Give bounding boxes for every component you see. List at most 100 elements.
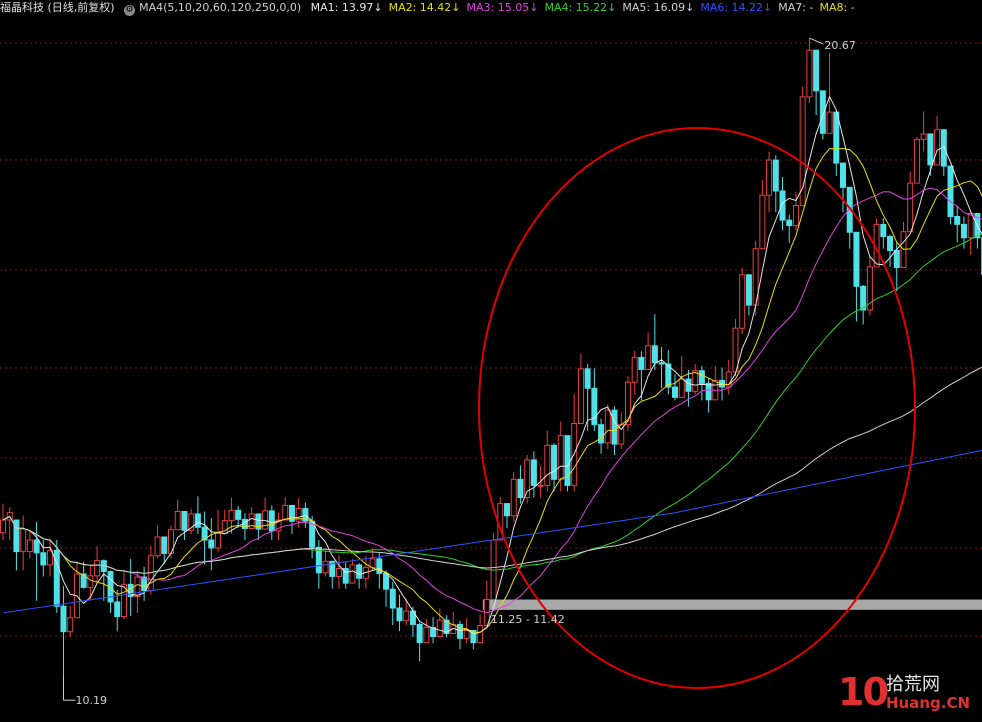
candle-body-105: [705, 382, 712, 401]
candle-body-135: [907, 182, 914, 233]
candle-body-34: [228, 509, 235, 522]
candle-body-5: [33, 539, 40, 554]
candle-body-143: [960, 223, 967, 239]
candle-body-20: [134, 576, 141, 597]
candle-body-115: [772, 159, 779, 192]
candle-body-31: [208, 539, 215, 549]
candle-body-69: [463, 629, 470, 639]
candle-body-119: [799, 96, 806, 207]
candle-body-75: [504, 503, 510, 517]
watermark-en-text: Huang.CN: [886, 694, 971, 712]
candle-body-90: [604, 409, 611, 444]
candle-body-121: [813, 49, 820, 92]
candle-body-81: [544, 444, 551, 486]
candle-body-91: [611, 409, 618, 445]
candle-body-104: [698, 370, 705, 384]
candle-body-3: [20, 528, 27, 553]
candle-body-9: [60, 605, 67, 633]
candle-body-101: [678, 378, 685, 398]
candle-body-138: [927, 133, 934, 166]
candle-body-42: [282, 504, 289, 521]
candle-body-35: [235, 509, 242, 520]
candle-body-137: [920, 133, 927, 140]
high-label: 20.67: [824, 39, 856, 52]
candle-body-17: [114, 601, 121, 618]
candle-body-139: [934, 129, 941, 166]
candlestick-chart[interactable]: 20.67 10.19 11.25 - 11.42: [0, 0, 982, 722]
candle-body-117: [786, 219, 793, 227]
candle-body-68: [456, 623, 463, 639]
candle-body-133: [893, 249, 900, 268]
candle-body-100: [672, 386, 678, 398]
candle-body-103: [692, 370, 699, 392]
candle-body-118: [792, 205, 799, 227]
candle-body-122: [819, 90, 826, 134]
candle-body-63: [423, 626, 430, 644]
candle-body-96: [645, 345, 652, 370]
candle-body-50: [336, 568, 342, 577]
candle-body-10: [67, 617, 74, 633]
candle-body-123: [826, 111, 833, 134]
candle-body-144: [967, 212, 974, 239]
candle-body-132: [887, 236, 894, 251]
candle-body-116: [779, 190, 786, 221]
candle-body-82: [551, 444, 558, 480]
site-watermark: 10 拾荒网 Huang.CN: [838, 668, 978, 718]
candle-body-76: [510, 478, 517, 517]
candle-body-86: [577, 368, 584, 424]
candle-body-113: [759, 194, 766, 250]
candle-body-97: [651, 345, 658, 364]
low-label: 10.19: [75, 694, 107, 707]
candle-body-136: [913, 138, 920, 184]
candle-body-142: [954, 215, 961, 225]
candle-body-29: [194, 513, 201, 528]
candle-body-6: [40, 552, 47, 566]
candle-body-141: [947, 165, 954, 217]
candle-body-58: [389, 588, 396, 609]
candle-body-80: [537, 484, 544, 487]
candle-body-48: [322, 560, 329, 574]
candle-body-124: [833, 111, 840, 164]
candle-body-0: [0, 519, 6, 534]
candle-body-26: [174, 511, 181, 531]
candle-body-24: [161, 536, 168, 554]
candle-body-4: [26, 539, 33, 553]
candle-body-65: [436, 619, 443, 638]
candle-body-47: [315, 546, 322, 574]
candle-body-79: [530, 459, 537, 486]
candle-body-77: [517, 478, 524, 499]
candle-body-110: [739, 274, 746, 329]
candle-body-52: [349, 564, 356, 584]
candle-body-40: [268, 510, 275, 532]
candle-body-127: [853, 231, 860, 287]
candle-body-55: [369, 558, 376, 568]
candle-body-60: [403, 610, 410, 622]
ma4-line: [2, 233, 982, 574]
watermark-cn-text: 拾荒网: [886, 674, 940, 695]
candle-body-102: [685, 378, 692, 392]
candle-body-120: [806, 49, 813, 98]
candle-body-13: [87, 575, 94, 588]
band-label: 11.25 - 11.42: [491, 613, 565, 626]
candle-body-93: [624, 381, 631, 426]
candle-body-98: [658, 362, 665, 365]
candle-body-95: [638, 356, 645, 370]
candle-body-32: [215, 532, 222, 549]
candle-body-111: [745, 274, 752, 306]
watermark-number: 10: [838, 670, 889, 714]
candle-body-62: [416, 623, 423, 644]
candle-body-131: [880, 223, 887, 238]
candle-body-23: [154, 536, 161, 557]
candle-body-125: [840, 162, 846, 188]
candle-body-57: [383, 572, 390, 590]
candle-body-14: [94, 560, 101, 577]
candle-body-88: [591, 387, 598, 426]
candle-body-83: [557, 435, 564, 480]
candle-body-87: [584, 368, 591, 389]
candle-body-89: [598, 424, 605, 444]
price-band: [482, 599, 982, 610]
candle-body-27: [181, 511, 188, 531]
candle-body-94: [631, 356, 638, 383]
candle-body-71: [477, 625, 484, 644]
candle-body-59: [396, 607, 403, 622]
